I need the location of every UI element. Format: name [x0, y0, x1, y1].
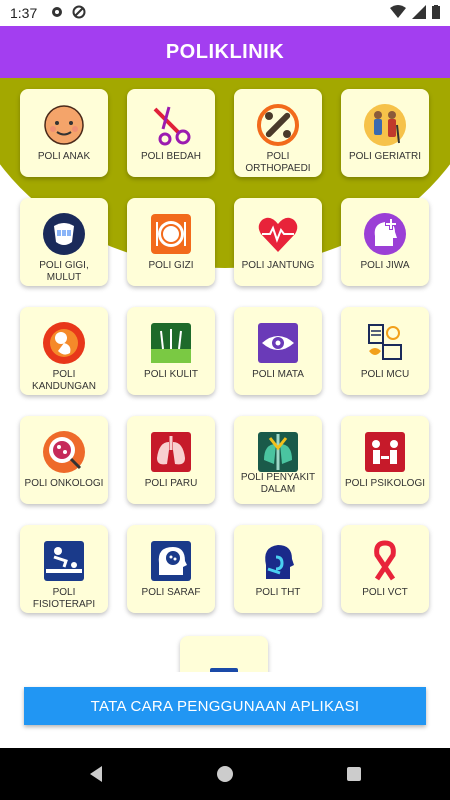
- cancer-cell-icon: [43, 431, 85, 473]
- tile-label: POLI JANTUNG: [241, 260, 315, 271]
- usage-guide-button[interactable]: TATA CARA PENGGUNAAN APLIKASI: [24, 687, 426, 725]
- tile-poli-kandungan[interactable]: POLI KANDUNGAN: [20, 307, 108, 395]
- tile-label: POLI PARU: [144, 478, 198, 489]
- baby-face-icon: [44, 105, 84, 145]
- wifi-icon: [390, 5, 406, 18]
- tile-poli-penyakit-dalam[interactable]: POLI PENYAKIT DALAM: [234, 416, 322, 504]
- tile-label: POLI GIZI: [148, 260, 194, 271]
- tile-poli-kulit[interactable]: POLI KULIT: [127, 307, 215, 395]
- tile-label: POLI ANAK: [37, 151, 91, 162]
- status-time: 1:37: [10, 5, 38, 21]
- tile-label: POLI SARAF: [141, 587, 201, 598]
- tile-poli-fisioterapi[interactable]: POLI FISIOTERAPI: [20, 525, 108, 613]
- ear-nose-throat-icon: [265, 545, 294, 579]
- data-saver-icon: [72, 5, 86, 19]
- heart-pulse-icon: [258, 217, 298, 252]
- home-icon[interactable]: [213, 762, 237, 786]
- eye-icon: [258, 323, 298, 363]
- tile-label: POLI PENYAKIT DALAM: [240, 472, 316, 495]
- brain-nerve-icon: [151, 541, 191, 581]
- tile-poli-mata[interactable]: POLI MATA: [234, 307, 322, 395]
- mental-health-head-icon: [364, 213, 406, 255]
- tile-label: POLI ONKOLOGI: [24, 478, 104, 489]
- tile-label: POLI JIWA: [360, 260, 410, 271]
- tile-label: POLI GIGI, MULUT: [39, 260, 89, 283]
- nutrition-plate-icon: [151, 214, 191, 254]
- tile-poli-psikologi[interactable]: POLI PSIKOLOGI: [341, 416, 429, 504]
- back-icon[interactable]: [84, 762, 108, 786]
- page-title: POLIKLINIK: [165, 40, 285, 63]
- bone-joint-icon: [257, 104, 299, 146]
- navigation-bar: [0, 748, 450, 800]
- lungs-icon: [151, 432, 191, 472]
- counseling-icon: [365, 432, 405, 472]
- settings-gear-icon: [52, 7, 62, 17]
- tile-poli-gigi-mulut[interactable]: POLI GIGI, MULUT: [20, 198, 108, 286]
- tile-poli-vct[interactable]: POLI VCT: [341, 525, 429, 613]
- tile-poli-gizi[interactable]: POLI GIZI: [127, 198, 215, 286]
- fetus-icon: [43, 322, 85, 364]
- tile-poli-saraf[interactable]: POLI SARAF: [127, 525, 215, 613]
- tile-label: POLI KULIT: [144, 369, 198, 380]
- skin-hair-icon: [151, 323, 191, 363]
- tile-poli-mcu[interactable]: POLI MCU: [341, 307, 429, 395]
- tile-label: POLI PSIKOLOGI: [344, 478, 426, 489]
- awareness-ribbon-icon: [374, 540, 396, 581]
- tile-label: POLI ORTHOPAEDI: [245, 151, 311, 174]
- tile-label: POLI FISIOTERAPI: [32, 587, 96, 610]
- tile-label: POLI GERIATRI: [348, 151, 422, 162]
- tile-poli-anak[interactable]: POLI ANAK: [20, 89, 108, 177]
- elderly-couple-icon: [364, 104, 406, 146]
- poliklinik-grid-container[interactable]: POLI ANAK POLI BEDAH POLI ORTHOPAEDI POL…: [0, 78, 450, 672]
- status-bar: 1:37: [0, 0, 450, 26]
- tile-label: POLI THT: [255, 587, 301, 598]
- tile-poli-jantung[interactable]: POLI JANTUNG: [234, 198, 322, 286]
- medical-bed-icon: [210, 668, 238, 672]
- medical-checkup-icon: [368, 324, 402, 360]
- dental-mouth-icon: [43, 213, 85, 255]
- physiotherapy-icon: [44, 541, 84, 581]
- tile-poli-orthopaedi[interactable]: POLI ORTHOPAEDI: [234, 89, 322, 177]
- tile-label: POLI MCU: [360, 369, 410, 380]
- battery-icon: [432, 5, 440, 19]
- tile-label: POLI BEDAH: [140, 151, 202, 162]
- app-bar: POLIKLINIK: [0, 26, 450, 78]
- tile-poli-tht[interactable]: POLI THT: [234, 525, 322, 613]
- signal-icon: [412, 5, 426, 19]
- tile-poli-onkologi[interactable]: POLI ONKOLOGI: [20, 416, 108, 504]
- tile-poli-paru[interactable]: POLI PARU: [127, 416, 215, 504]
- tile-label: POLI VCT: [362, 587, 408, 598]
- surgery-scissors-icon: [153, 106, 191, 146]
- recents-icon[interactable]: [342, 762, 366, 786]
- tile-poli-bedah[interactable]: POLI BEDAH: [127, 89, 215, 177]
- internal-organs-icon: [258, 432, 298, 472]
- tile-partial[interactable]: [180, 636, 268, 672]
- tile-poli-geriatri[interactable]: POLI GERIATRI: [341, 89, 429, 177]
- tile-poli-jiwa[interactable]: POLI JIWA: [341, 198, 429, 286]
- tile-label: POLI MATA: [252, 369, 304, 380]
- tile-label: POLI KANDUNGAN: [32, 369, 96, 392]
